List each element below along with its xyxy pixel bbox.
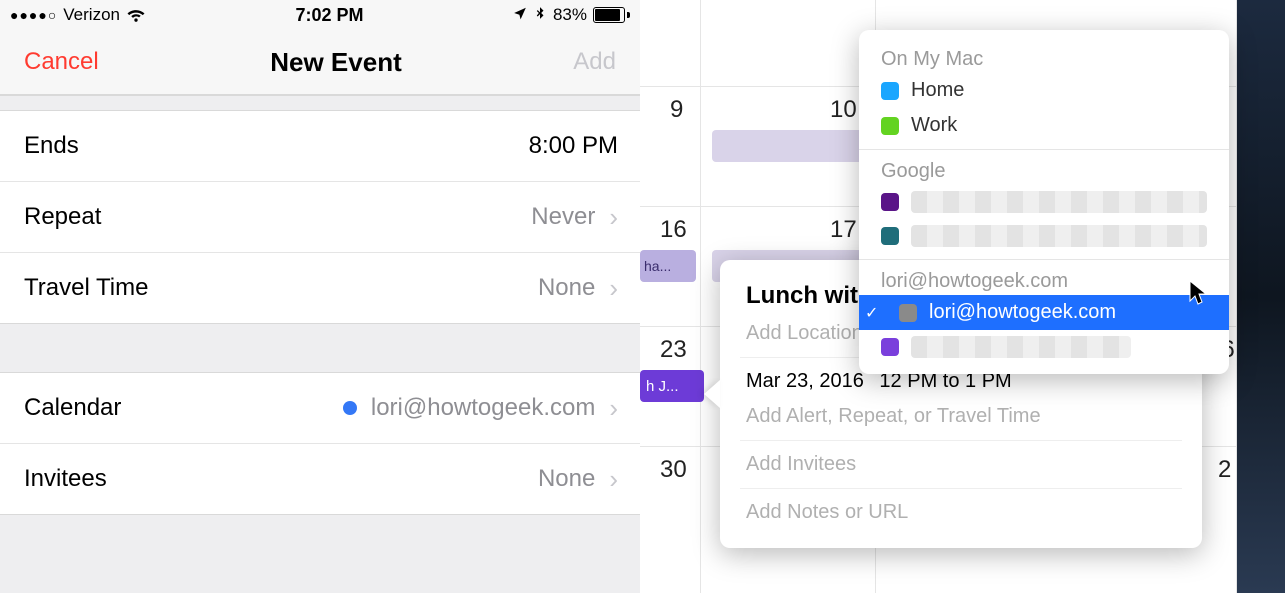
add-invitees-row[interactable]: Add Invitees bbox=[746, 447, 1176, 482]
battery-pct-label: 83% bbox=[553, 5, 587, 25]
invitees-label: Invitees bbox=[24, 465, 107, 493]
add-notes-row[interactable]: Add Notes or URL bbox=[746, 495, 1176, 530]
cursor-icon bbox=[1189, 280, 1209, 306]
day-number: 10 bbox=[830, 96, 857, 124]
calendar-row[interactable]: Calendar lori@howtogeek.com › bbox=[0, 373, 640, 444]
ends-value: 8:00 PM bbox=[529, 132, 618, 160]
color-swatch-icon bbox=[899, 304, 917, 322]
calendar-value: lori@howtogeek.com bbox=[371, 394, 595, 422]
chevron-right-icon: › bbox=[609, 273, 618, 304]
bluetooth-icon bbox=[533, 5, 547, 25]
color-swatch-icon bbox=[881, 227, 899, 245]
wifi-icon bbox=[126, 3, 146, 28]
add-alert-row[interactable]: Add Alert, Repeat, or Travel Time bbox=[746, 399, 1176, 434]
dropdown-section-label: Google bbox=[859, 156, 1229, 185]
add-button[interactable]: Add bbox=[573, 48, 616, 76]
calendar-event[interactable] bbox=[712, 130, 870, 162]
travel-time-row[interactable]: Travel Time None › bbox=[0, 253, 640, 323]
check-icon: ✓ bbox=[865, 303, 878, 323]
color-swatch-icon bbox=[881, 338, 899, 356]
cancel-button[interactable]: Cancel bbox=[24, 48, 99, 76]
ends-row[interactable]: Ends 8:00 PM bbox=[0, 111, 640, 182]
dropdown-section-label: On My Mac bbox=[859, 44, 1229, 73]
dropdown-item-home[interactable]: Home bbox=[859, 73, 1229, 108]
desktop-background bbox=[1237, 0, 1285, 593]
redacted-label bbox=[911, 336, 1131, 358]
calendar-group: Calendar lori@howtogeek.com › Invitees N… bbox=[0, 373, 640, 514]
event-date: Mar 23, 2016 bbox=[746, 370, 864, 392]
battery-icon bbox=[593, 7, 630, 23]
calendar-label: Calendar bbox=[24, 394, 121, 422]
carrier-label: Verizon bbox=[63, 5, 120, 25]
dropdown-item-label: Work bbox=[911, 114, 957, 137]
travel-time-value: None bbox=[538, 274, 595, 302]
mac-calendar-area: 9 10 16 17 23 30 26 2 ha... h J... Lunch… bbox=[640, 0, 1285, 593]
dropdown-item-selected[interactable]: ✓ lori@howtogeek.com bbox=[859, 295, 1229, 330]
page-title: New Event bbox=[270, 47, 402, 78]
chevron-right-icon: › bbox=[609, 393, 618, 424]
calendar-color-dot-icon bbox=[343, 401, 357, 415]
dropdown-item-label: Home bbox=[911, 79, 964, 102]
clock-label: 7:02 PM bbox=[295, 5, 363, 26]
ios-nav-bar: Cancel New Event Add bbox=[0, 30, 640, 95]
calendar-event-selected[interactable]: h J... bbox=[640, 370, 704, 402]
ios-new-event-screen: ●●●●○ Verizon 7:02 PM 83% bbox=[0, 0, 640, 593]
day-number: 9 bbox=[670, 96, 683, 124]
invitees-value: None bbox=[538, 465, 595, 493]
day-number: 16 bbox=[660, 216, 687, 244]
invitees-row[interactable]: Invitees None › bbox=[0, 444, 640, 514]
ends-label: Ends bbox=[24, 132, 79, 160]
dropdown-item-google2[interactable] bbox=[859, 219, 1229, 253]
event-details-group: Ends 8:00 PM Repeat Never › Travel Time … bbox=[0, 111, 640, 323]
dropdown-item-extra[interactable] bbox=[859, 330, 1229, 364]
calendar-dropdown: On My Mac Home Work Google lori@howtogee… bbox=[859, 30, 1229, 374]
signal-dots-icon: ●●●●○ bbox=[10, 7, 57, 23]
dropdown-item-label: lori@howtogeek.com bbox=[929, 301, 1116, 324]
color-swatch-icon bbox=[881, 193, 899, 211]
travel-time-label: Travel Time bbox=[24, 274, 148, 302]
day-number: 23 bbox=[660, 336, 687, 364]
dropdown-section-label: lori@howtogeek.com bbox=[859, 266, 1229, 295]
color-swatch-icon bbox=[881, 117, 899, 135]
repeat-row[interactable]: Repeat Never › bbox=[0, 182, 640, 253]
redacted-label bbox=[911, 191, 1207, 213]
dropdown-item-google1[interactable] bbox=[859, 185, 1229, 219]
redacted-label bbox=[911, 225, 1207, 247]
location-icon bbox=[513, 5, 527, 25]
day-number: 17 bbox=[830, 216, 857, 244]
calendar-event[interactable]: ha... bbox=[640, 250, 696, 282]
chevron-right-icon: › bbox=[609, 202, 618, 233]
dropdown-item-work[interactable]: Work bbox=[859, 108, 1229, 143]
repeat-label: Repeat bbox=[24, 203, 101, 231]
repeat-value: Never bbox=[531, 203, 595, 231]
day-number: 2 bbox=[1218, 456, 1231, 484]
day-number: 30 bbox=[660, 456, 687, 484]
ios-status-bar: ●●●●○ Verizon 7:02 PM 83% bbox=[0, 0, 640, 30]
color-swatch-icon bbox=[881, 82, 899, 100]
chevron-right-icon: › bbox=[609, 464, 618, 495]
